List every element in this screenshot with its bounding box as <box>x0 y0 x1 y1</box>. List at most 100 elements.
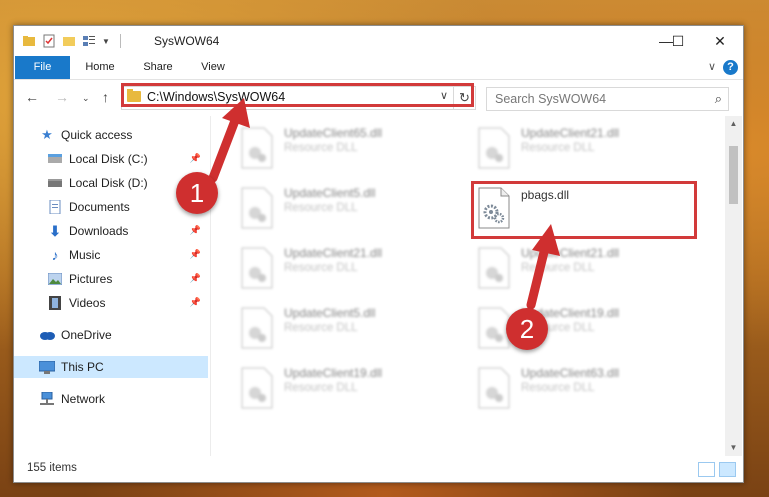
star-icon: ★ <box>41 127 53 142</box>
address-bar-highlight <box>121 83 474 107</box>
list-item[interactable]: UpdateClient63.dll Resource DLL <box>477 364 697 414</box>
list-item[interactable]: UpdateClient21.dll Resource DLL <box>477 124 697 174</box>
close-button[interactable]: ✕ <box>697 26 743 56</box>
file-name: UpdateClient21.dll <box>521 126 620 140</box>
tab-share[interactable]: Share <box>136 56 180 79</box>
maximize-button[interactable]: ☐ <box>655 26 701 56</box>
drive-icon <box>47 152 63 166</box>
sidebar-item-downloads[interactable]: ⬇ Downloads 📌 <box>14 220 208 242</box>
pin-icon[interactable]: 📌 <box>190 249 201 260</box>
drive-icon <box>47 176 63 190</box>
file-name: UpdateClient5.dll <box>284 306 376 320</box>
sidebar-item-local-disk-c[interactable]: Local Disk (C:) 📌 <box>14 148 208 170</box>
search-placeholder: Search SysWOW64 <box>495 92 607 106</box>
network-icon <box>39 392 55 406</box>
sidebar-item-label: Music <box>69 248 101 262</box>
search-input[interactable]: Search SysWOW64 ⌕ <box>486 87 729 111</box>
quick-access-toolbar: ▼ <box>22 33 125 49</box>
computer-icon <box>39 360 55 374</box>
step-marker-1: 1 <box>176 172 218 214</box>
file-name: UpdateClient21.dll <box>284 246 383 260</box>
dropdown-arrow-icon[interactable]: ▼ <box>102 37 110 46</box>
status-bar: 155 items <box>14 457 743 482</box>
help-icon[interactable]: ? <box>723 60 738 75</box>
sidebar-item-music[interactable]: ♪ Music 📌 <box>14 244 208 266</box>
sidebar-item-this-pc[interactable]: This PC <box>14 356 208 378</box>
list-item[interactable]: UpdateClient21.dll Resource DLL <box>240 244 460 294</box>
details-view-icon[interactable] <box>698 462 715 477</box>
large-icons-view-icon[interactable] <box>719 462 736 477</box>
up-arrow-icon[interactable]: ↑ <box>102 89 109 105</box>
list-item[interactable]: UpdateClient21.dll Resource DLL <box>477 244 697 294</box>
recent-locations-icon[interactable]: ⌄ <box>82 93 90 104</box>
ribbon-tabs: File Home Share View ∨ ? <box>14 56 743 80</box>
forward-arrow-icon[interactable]: → <box>55 89 69 105</box>
new-folder-icon[interactable] <box>62 34 76 48</box>
scroll-up-icon[interactable]: ▲ <box>725 116 742 132</box>
sidebar-item-label: OneDrive <box>61 328 112 342</box>
dll-file-icon <box>241 247 273 289</box>
sidebar-item-label: Documents <box>69 200 130 214</box>
file-name: UpdateClient19.dll <box>284 366 383 380</box>
tab-view[interactable]: View <box>191 56 235 79</box>
pin-icon[interactable]: 📌 <box>190 273 201 284</box>
properties-icon[interactable] <box>42 34 56 48</box>
navigation-pane: ★ Quick access Local Disk (C:) 📌 Local D… <box>14 116 211 456</box>
sidebar-item-label: Videos <box>69 296 106 310</box>
file-list: UpdateClient65.dll Resource DLL UpdateCl… <box>211 116 725 456</box>
list-item[interactable]: UpdateClient19.dll Resource DLL <box>240 364 460 414</box>
list-item[interactable]: UpdateClient5.dll Resource DLL <box>240 304 460 354</box>
dll-file-icon <box>241 187 273 229</box>
customize-toolbar-icon[interactable] <box>82 34 96 48</box>
file-type: Resource DLL <box>521 262 595 274</box>
tab-home[interactable]: Home <box>78 56 122 79</box>
dll-file-icon <box>478 367 510 409</box>
pin-icon[interactable]: 📌 <box>190 225 201 236</box>
file-type: Resource DLL <box>284 142 358 154</box>
dll-file-icon <box>241 367 273 409</box>
back-arrow-icon[interactable]: ← <box>25 89 39 105</box>
vertical-scrollbar[interactable]: ▲ ▼ <box>725 116 742 456</box>
sidebar-item-pictures[interactable]: Pictures 📌 <box>14 268 208 290</box>
tab-file[interactable]: File <box>15 56 70 79</box>
scrollbar-thumb[interactable] <box>729 146 738 204</box>
file-type: Resource DLL <box>284 322 358 334</box>
scroll-down-icon[interactable]: ▼ <box>725 440 742 456</box>
pbags-highlight <box>471 181 697 239</box>
sidebar-item-label: Pictures <box>69 272 113 286</box>
file-type: Resource DLL <box>284 382 358 394</box>
list-item[interactable]: UpdateClient5.dll Resource DLL <box>240 184 460 234</box>
title-bar: ▼ SysWOW64 — ☐ ✕ <box>14 26 743 56</box>
item-count: 155 items <box>27 462 77 474</box>
list-item[interactable]: UpdateClient65.dll Resource DLL <box>240 124 460 174</box>
dll-file-icon <box>478 127 510 169</box>
file-name: UpdateClient65.dll <box>284 126 383 140</box>
pin-icon[interactable]: 📌 <box>190 297 201 308</box>
sidebar-item-network[interactable]: Network <box>14 388 208 410</box>
file-type: Resource DLL <box>284 202 358 214</box>
navigation-bar: ← → ⌄ ↑ C:\Windows\SysWOW64 ∨ ↻ Search S… <box>14 80 743 116</box>
file-type: Resource DLL <box>284 262 358 274</box>
sidebar-item-videos[interactable]: Videos 📌 <box>14 292 208 314</box>
sidebar-item-label: This PC <box>61 360 104 374</box>
sidebar-item-label: Network <box>61 392 106 406</box>
sidebar-item-onedrive[interactable]: OneDrive <box>14 324 208 346</box>
dll-file-icon <box>241 127 273 169</box>
step-marker-2: 2 <box>506 308 548 350</box>
sidebar-item-label: Quick access <box>61 128 133 142</box>
sidebar-item-quick-access[interactable]: ★ Quick access <box>14 124 208 146</box>
search-icon[interactable]: ⌕ <box>715 91 722 107</box>
folder-icon[interactable] <box>22 34 36 48</box>
window-title: SysWOW64 <box>154 34 220 48</box>
videos-icon <box>47 296 63 310</box>
expand-ribbon-icon[interactable]: ∨ <box>708 60 716 73</box>
sidebar-item-label: Local Disk (D:) <box>69 176 148 190</box>
music-icon: ♪ <box>51 247 59 263</box>
dll-file-icon <box>478 247 510 289</box>
pin-icon[interactable]: 📌 <box>190 153 201 164</box>
sidebar-item-label: Local Disk (C:) <box>69 152 148 166</box>
file-name: UpdateClient21.dll <box>521 246 620 260</box>
sidebar-item-label: Downloads <box>69 224 129 238</box>
file-name: UpdateClient5.dll <box>284 186 376 200</box>
file-name: UpdateClient63.dll <box>521 366 620 380</box>
